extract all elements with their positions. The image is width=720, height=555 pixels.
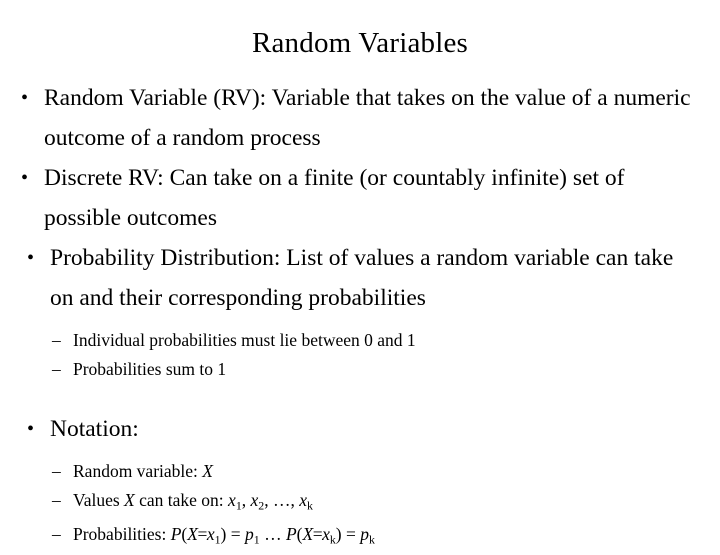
probability-expression-first: P(X=x1) = p1 [170, 524, 260, 546]
equals-sign: = [230, 524, 241, 545]
dash-glyph-icon: – [52, 490, 61, 510]
value-base: x [206, 524, 215, 545]
notation-label: Probabilities: [73, 524, 167, 545]
bullet-text: Random Variable (RV): Variable that take… [44, 85, 691, 151]
variable-x-upper: X [302, 524, 313, 545]
equals-sign: = [312, 524, 323, 545]
dash-glyph-icon: – [52, 524, 61, 545]
slide-body: • Random Variable (RV): Variable that ta… [0, 78, 720, 555]
value-ellipsis-group: …, [273, 490, 295, 510]
variable-x-upper: X [187, 524, 198, 545]
value-base: x [299, 490, 308, 510]
equals-sign: = [346, 524, 356, 545]
value-base: x [322, 524, 330, 545]
notation-heading-text: Notation: [50, 416, 139, 442]
bullet-glyph-icon: • [27, 418, 35, 440]
dash-glyph-icon: – [52, 461, 61, 481]
paren-close: ) [220, 524, 227, 545]
function-p: P [285, 524, 297, 545]
value-x1: x1, [228, 490, 247, 512]
notation-values: – Values X can take on: x1, x2, …, xk [0, 486, 720, 520]
dash-glyph-icon: – [52, 330, 61, 350]
paren-close: ) [335, 524, 342, 545]
sub-bullet-text: Probabilities sum to 1 [73, 359, 227, 379]
notation-random-variable: – Random variable: X [0, 457, 720, 486]
variable-x: X [202, 461, 213, 481]
value-comma: , [264, 490, 269, 510]
bullet-item: • Discrete RV: Can take on a finite (or … [0, 158, 720, 238]
value-xk: xk [299, 490, 313, 513]
sub-bullet-item: – Individual probabilities must lie betw… [0, 326, 720, 355]
bullet-glyph-icon: • [21, 167, 29, 189]
value-comma: , [290, 490, 295, 510]
dash-glyph-icon: – [52, 359, 61, 379]
variable-x: X [124, 490, 135, 510]
page-title: Random Variables [251, 27, 469, 59]
bullet-text: Probability Distribution: List of values… [50, 245, 674, 311]
bullet-text: Discrete RV: Can take on a finite (or co… [44, 165, 625, 231]
value-subscript: k [307, 498, 313, 513]
sub-bullet-text: Individual probabilities must lie betwee… [73, 330, 416, 350]
ellipsis: … [264, 524, 282, 545]
bullet-item: • Random Variable (RV): Variable that ta… [0, 78, 720, 158]
probability-expression-second: P(X=xk) = pk [285, 524, 375, 546]
value-base: x [228, 490, 236, 510]
bullet-glyph-icon: • [21, 87, 29, 109]
function-p: P [170, 524, 182, 545]
probability-p: p [360, 524, 369, 545]
value-x2: x2, [251, 490, 269, 512]
probability-p: p [245, 524, 254, 545]
notation-label-post: can take on: [139, 490, 224, 510]
notation-label: Random variable: [73, 461, 198, 481]
notation-probabilities: – Probabilities: P(X=x1) = p1 … P(X=xk) … [0, 520, 720, 554]
ellipsis: … [273, 490, 291, 510]
notation-heading-item: • Notation: [0, 409, 720, 449]
bullet-item: • Probability Distribution: List of valu… [0, 238, 720, 318]
equals-sign: = [197, 524, 207, 545]
slide: Random Variables • Random Variable (RV):… [0, 0, 720, 547]
bullet-glyph-icon: • [27, 247, 35, 269]
sub-bullet-item: – Probabilities sum to 1 [0, 355, 720, 384]
value-comma: , [241, 490, 247, 510]
notation-label-pre: Values [73, 490, 120, 510]
